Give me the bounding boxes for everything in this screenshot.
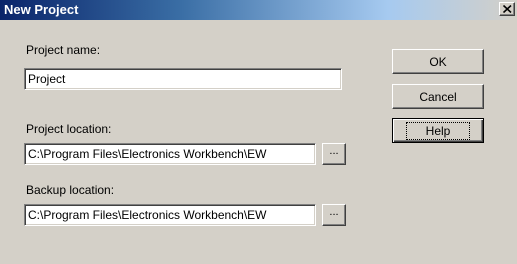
help-button-label: Help (405, 121, 471, 140)
new-project-dialog: New Project Project name: Project Projec… (0, 0, 517, 264)
project-location-input[interactable]: C:\Program Files\Electronics Workbench\E… (24, 143, 316, 165)
browse-label: ... (329, 145, 339, 157)
ok-button-label: OK (429, 54, 447, 69)
backup-location-label: Backup location: (26, 183, 115, 197)
backup-location-browse-button[interactable]: ... (322, 204, 346, 226)
help-button[interactable]: Help (392, 118, 484, 143)
cancel-button-label: Cancel (419, 89, 457, 104)
backup-location-input[interactable]: C:\Program Files\Electronics Workbench\E… (24, 204, 316, 226)
cancel-button[interactable]: Cancel (392, 84, 484, 109)
project-location-label: Project location: (26, 122, 112, 136)
project-name-label: Project name: (26, 43, 101, 57)
project-name-input[interactable]: Project (24, 68, 342, 90)
project-location-browse-button[interactable]: ... (322, 143, 346, 165)
close-icon (503, 5, 512, 13)
window-title: New Project (4, 2, 79, 17)
browse-label: ... (329, 206, 339, 218)
ok-button[interactable]: OK (392, 49, 484, 74)
close-button[interactable] (499, 2, 515, 16)
title-bar[interactable]: New Project (0, 0, 517, 20)
